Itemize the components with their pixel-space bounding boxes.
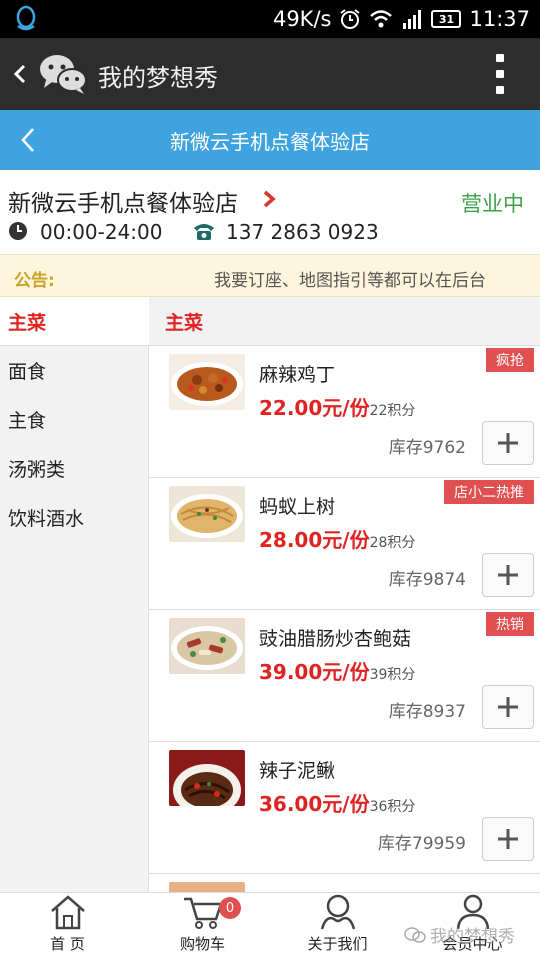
store-status: 营业中 xyxy=(461,192,524,216)
bottom-nav: 首 页 购物车 0 关于我们 会员中心 xyxy=(0,892,540,960)
home-icon xyxy=(50,895,85,930)
about-us-icon xyxy=(320,894,355,930)
member-icon xyxy=(456,894,489,930)
cart-icon xyxy=(183,897,223,929)
plus-icon xyxy=(498,433,518,453)
nav-about[interactable]: 关于我们 xyxy=(270,893,405,960)
plus-icon xyxy=(498,697,518,717)
dish-image[interactable] xyxy=(169,618,245,674)
qq-notification-icon xyxy=(12,4,40,34)
cart-count-badge: 0 xyxy=(219,897,241,919)
notice-text: 我要订座、地图指引等都可以在后台 xyxy=(214,271,486,291)
more-menu-icon[interactable] xyxy=(494,54,506,94)
store-name[interactable]: 新微云手机点餐体验店 xyxy=(8,184,238,218)
dish-points: 22积分 xyxy=(369,403,416,419)
add-to-cart-button[interactable] xyxy=(482,421,534,465)
dish-stock: 库存79959 xyxy=(377,834,466,854)
phone-icon xyxy=(192,221,216,241)
category-noodles[interactable]: 面食 xyxy=(0,346,148,395)
dish-points: 36积分 xyxy=(369,799,416,815)
dish-badge: 店小二热推 xyxy=(444,480,534,504)
section-title: 主菜 xyxy=(149,297,540,346)
list-item: 蚂蚁上树 28.00元/份28积分 店小二热推 库存9874 xyxy=(149,478,540,610)
list-item: 麻辣鸡丁 22.00元/份22积分 疯抢 库存9762 xyxy=(149,346,540,478)
plus-icon xyxy=(498,565,518,585)
wechat-logo-icon xyxy=(38,52,88,96)
clock-time: 11:37 xyxy=(469,7,530,31)
nav-cart-label: 购物车 xyxy=(179,935,225,953)
store-phone[interactable]: 137 2863 0923 xyxy=(226,220,379,244)
dish-price: 36.00元/份 xyxy=(259,792,370,816)
business-hours: 00:00-24:00 xyxy=(40,220,163,244)
dish-price: 22.00元/份 xyxy=(259,396,370,420)
dish-image[interactable] xyxy=(169,882,245,892)
nav-member[interactable]: 会员中心 xyxy=(405,893,540,960)
category-staple-food[interactable]: 主食 xyxy=(0,395,148,444)
nav-home[interactable]: 首 页 xyxy=(0,893,135,960)
list-item xyxy=(149,874,540,892)
dish-badge: 疯抢 xyxy=(486,348,534,372)
dish-points: 28积分 xyxy=(369,535,416,551)
dish-image[interactable] xyxy=(169,486,245,542)
dish-name[interactable]: 辣子泥鳅 xyxy=(259,756,335,783)
dish-name[interactable]: 蚂蚁上树 xyxy=(259,492,335,519)
alarm-icon xyxy=(339,8,361,30)
nav-cart[interactable]: 购物车 0 xyxy=(135,893,270,960)
category-drinks[interactable]: 饮料酒水 xyxy=(0,493,148,542)
list-item: 辣子泥鳅 36.00元/份36积分 库存79959 xyxy=(149,742,540,874)
category-soups[interactable]: 汤粥类 xyxy=(0,444,148,493)
category-sidebar: 主菜 面食 主食 汤粥类 饮料酒水 xyxy=(0,297,149,892)
battery-icon: 31 xyxy=(431,10,462,28)
add-to-cart-button[interactable] xyxy=(482,685,534,729)
wifi-icon xyxy=(369,9,393,29)
dish-points: 39积分 xyxy=(369,667,416,683)
wechat-account-title: 我的梦想秀 xyxy=(98,64,218,92)
store-nav-title: 新微云手机点餐体验店 xyxy=(170,130,370,154)
nav-about-label: 关于我们 xyxy=(307,935,368,953)
notice-bar: 公告: 我要订座、地图指引等都可以在后台 xyxy=(0,254,540,297)
store-info: 新微云手机点餐体验店 营业中 00:00-24:00 137 2863 0923 xyxy=(0,170,540,254)
network-speed: 49K/s xyxy=(272,7,332,31)
list-item: 豉油腊肠炒杏鲍菇 39.00元/份39积分 热销 库存8937 xyxy=(149,610,540,742)
dish-price: 39.00元/份 xyxy=(259,660,370,684)
dish-image[interactable] xyxy=(169,750,245,806)
dish-name[interactable]: 豉油腊肠炒杏鲍菇 xyxy=(259,624,411,651)
status-bar: 49K/s 31 11:37 xyxy=(0,0,540,38)
dish-badge: 热销 xyxy=(486,612,534,636)
dish-stock: 库存9874 xyxy=(388,570,466,590)
wechat-header: 我的梦想秀 xyxy=(0,38,540,110)
back-icon[interactable] xyxy=(10,56,32,92)
nav-member-label: 会员中心 xyxy=(442,935,503,953)
dish-stock: 库存8937 xyxy=(388,702,466,722)
clock-icon xyxy=(8,221,28,241)
dish-price: 28.00元/份 xyxy=(259,528,370,552)
store-nav-bar: 新微云手机点餐体验店 xyxy=(0,110,540,170)
notice-label: 公告: xyxy=(14,271,55,291)
category-main-dishes[interactable]: 主菜 xyxy=(0,297,149,346)
chevron-right-icon[interactable] xyxy=(262,190,276,208)
signal-icon xyxy=(401,9,423,29)
dish-name[interactable]: 麻辣鸡丁 xyxy=(259,360,335,387)
add-to-cart-button[interactable] xyxy=(482,817,534,861)
nav-home-label: 首 页 xyxy=(50,935,85,953)
menu-list: 主菜 麻辣鸡丁 22.00元/份22积分 疯抢 库存9762 蚂蚁上树 28.0… xyxy=(149,297,540,892)
dish-stock: 库存9762 xyxy=(388,438,466,458)
add-to-cart-button[interactable] xyxy=(482,553,534,597)
plus-icon xyxy=(498,829,518,849)
dish-image[interactable] xyxy=(169,354,245,410)
